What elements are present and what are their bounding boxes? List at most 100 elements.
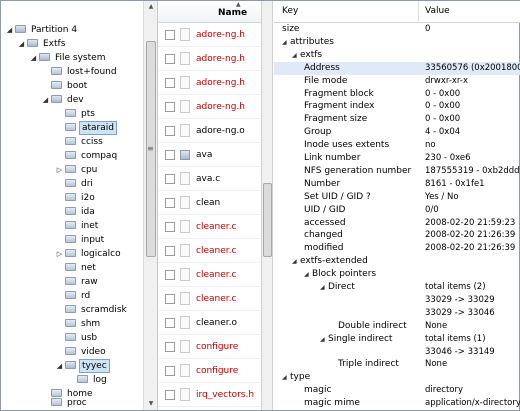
- file-checkbox[interactable]: [165, 318, 175, 328]
- file-checkbox[interactable]: [165, 150, 175, 160]
- file-checkbox[interactable]: [165, 342, 175, 352]
- property-row[interactable]: NFS generation number 187555319 - 0xb2ddd…: [274, 165, 520, 178]
- file-list-scrollbar[interactable]: [261, 1, 273, 410]
- file-row[interactable]: cleaner.c: [158, 263, 261, 287]
- tree-item-proc[interactable]: proc: [41, 396, 89, 410]
- file-checkbox[interactable]: [165, 270, 175, 280]
- tree-item-pts[interactable]: pts: [55, 107, 97, 121]
- file-checkbox[interactable]: [165, 246, 175, 256]
- tree-item-i2o[interactable]: i2o: [55, 191, 97, 205]
- file-checkbox[interactable]: [165, 366, 175, 376]
- tree-item-video[interactable]: video: [55, 345, 108, 359]
- collapsed-arrow-icon[interactable]: ▷: [55, 247, 64, 261]
- property-row[interactable]: Double indirect None: [274, 320, 520, 333]
- tree-item-input[interactable]: input: [55, 233, 106, 247]
- tree-item-cciss[interactable]: cciss: [55, 135, 105, 149]
- expanded-arrow-icon[interactable]: ◢: [320, 333, 328, 346]
- property-row[interactable]: Inode uses extents no: [274, 139, 520, 152]
- file-row[interactable]: cleaner.c: [158, 239, 261, 263]
- expanded-arrow-icon[interactable]: ◢: [17, 37, 26, 51]
- tree-item-usb[interactable]: usb: [55, 331, 99, 345]
- scroll-up-arrow-icon[interactable]: ▲: [144, 1, 157, 13]
- property-row[interactable]: accessed 2008-02-20 21:59:23: [274, 217, 520, 230]
- expanded-arrow-icon[interactable]: ◢: [5, 23, 14, 37]
- expanded-arrow-icon[interactable]: ◢: [320, 281, 328, 294]
- property-row[interactable]: ◢ extfs: [274, 49, 520, 62]
- expanded-arrow-icon[interactable]: ◢: [292, 255, 300, 268]
- collapsed-arrow-icon[interactable]: ▷: [55, 163, 64, 177]
- property-row[interactable]: magic mime application/x-directory: [274, 397, 520, 410]
- property-row[interactable]: ◢ Block pointers: [274, 268, 520, 281]
- file-row[interactable]: cleaner.c: [158, 215, 261, 239]
- file-checkbox[interactable]: [165, 174, 175, 184]
- property-row[interactable]: Address 33560576 (0x2001800): [274, 61, 520, 75]
- tree-item-scramdisk[interactable]: scramdisk: [55, 303, 129, 317]
- property-row[interactable]: changed 2008-02-20 21:26:39: [274, 229, 520, 242]
- file-row[interactable]: adore-ng.o: [158, 119, 261, 143]
- expanded-arrow-icon[interactable]: ◢: [304, 268, 312, 281]
- property-row[interactable]: ◢ extfs-extended: [274, 255, 520, 268]
- tree-item-ida[interactable]: ida: [55, 205, 97, 219]
- property-row[interactable]: ◢ type: [274, 371, 520, 384]
- value-column-header[interactable]: Value: [425, 6, 450, 16]
- tree-item-lost-found[interactable]: lost+found: [41, 65, 119, 79]
- tree-item-compaq[interactable]: compaq: [55, 149, 119, 163]
- expanded-arrow-icon[interactable]: ◢: [282, 36, 290, 49]
- expanded-arrow-icon[interactable]: ◢: [292, 49, 300, 62]
- tree-scrollbar[interactable]: ▲ ▼: [143, 1, 157, 410]
- tree-item-net[interactable]: net: [55, 261, 98, 275]
- file-list-scrollbar-thumb[interactable]: [263, 183, 272, 257]
- property-row[interactable]: ◢ Single indirect total items (1): [274, 333, 520, 346]
- tree-item-logicalco[interactable]: ▷ logicalco: [55, 247, 123, 261]
- property-row[interactable]: Fragment block 0 - 0x00: [274, 88, 520, 101]
- file-checkbox[interactable]: [165, 294, 175, 304]
- property-row[interactable]: Triple indirect None: [274, 358, 520, 371]
- tree-item-dev[interactable]: ◢ dev: [41, 93, 86, 107]
- tree-item-raw[interactable]: raw: [55, 275, 100, 289]
- property-row[interactable]: Fragment index 0 - 0x00: [274, 100, 520, 113]
- property-row[interactable]: Number 8161 - 0x1fe1: [274, 178, 520, 191]
- tree-item-ataraid[interactable]: ataraid: [55, 121, 117, 135]
- file-row[interactable]: cleaner.c: [158, 287, 261, 311]
- tree-item-tyyec[interactable]: ◢ tyyec: [55, 359, 110, 373]
- tree-item-boot[interactable]: boot: [41, 79, 89, 93]
- property-row[interactable]: size 0: [274, 23, 520, 36]
- tree-item-log[interactable]: log: [67, 373, 109, 387]
- file-row[interactable]: ava: [158, 143, 261, 167]
- property-row[interactable]: magic directory: [274, 384, 520, 397]
- splitter-grip-icon[interactable]: ≡: [147, 143, 155, 155]
- key-column-header[interactable]: Key: [282, 6, 298, 16]
- file-checkbox[interactable]: [165, 102, 175, 112]
- tree-item-inet[interactable]: inet: [55, 219, 100, 233]
- property-row[interactable]: Link number 230 - 0xe6: [274, 152, 520, 165]
- file-checkbox[interactable]: [165, 390, 175, 400]
- file-row[interactable]: cleaner.o: [158, 311, 261, 335]
- tree-item-file-system[interactable]: ◢ File system: [29, 51, 107, 65]
- file-row[interactable]: configure: [158, 335, 261, 359]
- file-row[interactable]: irq_vectors.h: [158, 407, 261, 410]
- tree-item-extfs[interactable]: ◢ Extfs: [17, 37, 67, 51]
- property-row[interactable]: 33029 -> 33029: [274, 294, 520, 307]
- file-row[interactable]: adore-ng.h: [158, 23, 261, 47]
- file-checkbox[interactable]: [165, 222, 175, 232]
- name-column-header[interactable]: Name: [218, 8, 247, 18]
- file-row[interactable]: configure: [158, 359, 261, 383]
- property-row[interactable]: Fragment size 0 - 0x00: [274, 113, 520, 126]
- expanded-arrow-icon[interactable]: ◢: [29, 51, 38, 65]
- scroll-down-arrow-icon[interactable]: ▼: [144, 398, 157, 410]
- property-row[interactable]: UID / GID 0/0: [274, 204, 520, 217]
- file-row[interactable]: clean: [158, 191, 261, 215]
- property-row[interactable]: modified 2008-02-20 21:26:39: [274, 242, 520, 255]
- property-row[interactable]: 33046 -> 33149: [274, 346, 520, 359]
- expanded-arrow-icon[interactable]: ◢: [41, 93, 50, 107]
- tree-item-dri[interactable]: dri: [55, 177, 95, 191]
- tree-item-shm[interactable]: shm: [55, 317, 102, 331]
- property-row[interactable]: Group 4 - 0x04: [274, 126, 520, 139]
- property-row[interactable]: File mode drwxr-xr-x: [274, 75, 520, 88]
- file-row[interactable]: ava.c: [158, 167, 261, 191]
- file-row[interactable]: adore-ng.h: [158, 95, 261, 119]
- file-checkbox[interactable]: [165, 198, 175, 208]
- tree-item-cpu[interactable]: ▷ cpu: [55, 163, 99, 177]
- file-checkbox[interactable]: [165, 78, 175, 88]
- expanded-arrow-icon[interactable]: ◢: [282, 371, 290, 384]
